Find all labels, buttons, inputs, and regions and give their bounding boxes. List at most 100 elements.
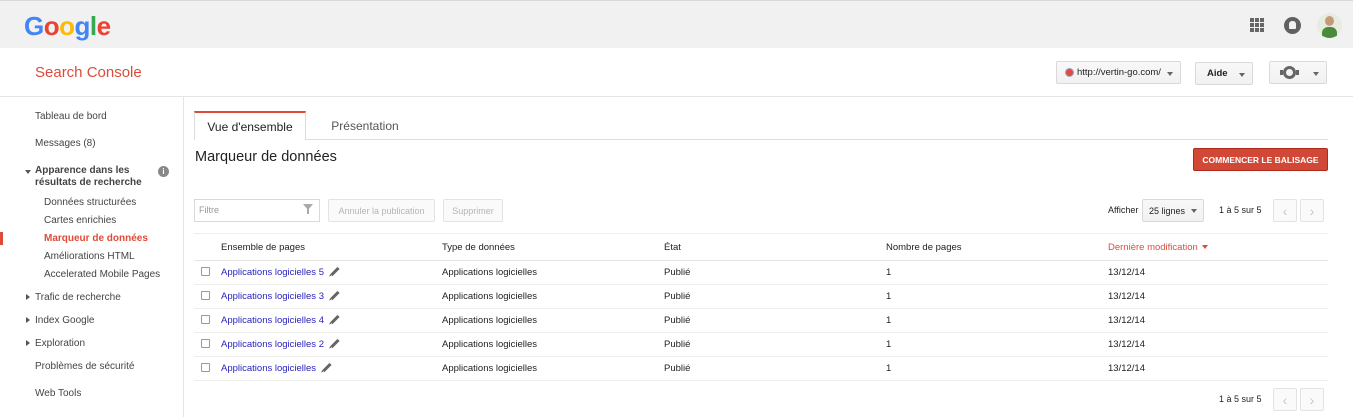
pages-cell: 1 — [886, 291, 892, 302]
prev-page-button-bottom[interactable]: ‹ — [1273, 388, 1297, 411]
column-status[interactable]: État — [664, 242, 681, 253]
avatar[interactable] — [1317, 13, 1342, 38]
rows-per-page-value: 25 lignes — [1149, 205, 1186, 216]
sidebar-item-search-traffic[interactable]: Trafic de recherche — [35, 292, 121, 303]
unpublish-button[interactable]: Annuler la publication — [328, 199, 435, 222]
status-cell: Publié — [664, 291, 691, 302]
column-pageset[interactable]: Ensemble de pages — [221, 242, 305, 253]
row-checkbox[interactable] — [201, 315, 210, 324]
row-checkbox[interactable] — [201, 339, 210, 348]
help-button[interactable]: Aide — [1195, 62, 1253, 85]
help-label: Aide — [1207, 68, 1228, 79]
column-type[interactable]: Type de données — [442, 242, 515, 253]
site-selector-button[interactable]: http://vertin-go.com/ — [1056, 61, 1181, 84]
logo-letter: e — [96, 11, 111, 41]
gear-icon — [1280, 66, 1299, 79]
pagination-label: 1 à 5 sur 5 — [1219, 205, 1262, 215]
pageset-name: Applications logicielles 3 — [221, 291, 324, 302]
start-highlighting-button[interactable]: COMMENCER LE BALISAGE — [1193, 148, 1328, 171]
sidebar-item-web-tools[interactable]: Web Tools — [35, 388, 81, 399]
table-row: Applications logicielles Applications lo… — [194, 357, 1328, 381]
site-url: http://vertin-go.com/ — [1077, 67, 1161, 78]
sidebar-item-structured-data[interactable]: Données structurées — [44, 197, 136, 208]
google-logo[interactable]: Google — [24, 11, 111, 42]
filter-icon[interactable] — [303, 204, 313, 214]
column-pages[interactable]: Nombre de pages — [886, 242, 962, 253]
sidebar-item-messages[interactable]: Messages (8) — [35, 138, 96, 149]
show-label: Afficher — [1108, 205, 1139, 215]
pages-cell: 1 — [886, 315, 892, 326]
next-page-button[interactable]: › — [1300, 199, 1324, 222]
rows-per-page-select[interactable]: 25 lignes — [1142, 199, 1204, 222]
sidebar-item-security-issues[interactable]: Problèmes de sécurité — [35, 361, 135, 372]
logo-letter: g — [74, 11, 91, 41]
row-checkbox[interactable] — [201, 363, 210, 372]
type-cell: Applications logicielles — [442, 267, 538, 278]
table-row: Applications logicielles 3 Applications … — [194, 285, 1328, 309]
pencil-icon[interactable] — [322, 362, 332, 373]
pages-cell: 1 — [886, 267, 892, 278]
status-cell: Publié — [664, 315, 691, 326]
modified-cell: 13/12/14 — [1108, 291, 1145, 302]
modified-cell: 13/12/14 — [1108, 315, 1145, 326]
pageset-link[interactable]: Applications logicielles — [221, 362, 332, 374]
pencil-icon[interactable] — [330, 338, 340, 349]
tab-overview[interactable]: Vue d'ensemble — [194, 111, 306, 140]
row-checkbox[interactable] — [201, 291, 210, 300]
pageset-link[interactable]: Applications logicielles 3 — [221, 290, 340, 302]
expand-right-icon — [26, 340, 30, 346]
sidebar-group-search-appearance[interactable]: Apparence dans les résultats de recherch… — [35, 165, 150, 189]
sidebar-item-crawl[interactable]: Exploration — [35, 338, 85, 349]
pencil-icon[interactable] — [330, 290, 340, 301]
status-cell: Publié — [664, 339, 691, 350]
page-title: Marqueur de données — [195, 149, 337, 165]
active-indicator — [0, 232, 3, 245]
sidebar-item-data-highlighter[interactable]: Marqueur de données — [44, 233, 148, 244]
pages-cell: 1 — [886, 339, 892, 350]
sidebar-item-amp[interactable]: Accelerated Mobile Pages — [44, 269, 160, 280]
site-favicon-icon — [1065, 68, 1074, 77]
logo-letter: o — [59, 11, 75, 41]
pencil-icon[interactable] — [330, 314, 340, 325]
chevron-down-icon — [1191, 209, 1197, 213]
sidebar-item-html-improvements[interactable]: Améliorations HTML — [44, 251, 135, 262]
table-row: Applications logicielles 5 Applications … — [194, 261, 1328, 285]
table-row: Applications logicielles 2 Applications … — [194, 333, 1328, 357]
sidebar-item-google-index[interactable]: Index Google — [35, 315, 95, 326]
sort-desc-icon — [1201, 245, 1208, 250]
tab-presentation[interactable]: Présentation — [316, 111, 414, 140]
chevron-down-icon — [1167, 72, 1173, 76]
tab-divider — [194, 139, 1328, 140]
filter-input[interactable]: Filtre — [194, 199, 320, 222]
logo-letter: o — [43, 11, 60, 41]
apps-icon[interactable] — [1250, 18, 1264, 32]
status-cell: Publié — [664, 267, 691, 278]
modified-cell: 13/12/14 — [1108, 267, 1145, 278]
modified-cell: 13/12/14 — [1108, 363, 1145, 374]
pageset-name: Applications logicielles 5 — [221, 267, 324, 278]
expand-down-icon — [25, 170, 31, 174]
product-title[interactable]: Search Console — [35, 64, 142, 81]
logo-letter: G — [24, 11, 44, 41]
search-console-header: Search Console http://vertin-go.com/ Aid… — [0, 48, 1353, 97]
pageset-link[interactable]: Applications logicielles 4 — [221, 314, 340, 326]
notifications-icon[interactable] — [1284, 17, 1301, 34]
column-modified[interactable]: Dernière modification — [1108, 242, 1208, 253]
info-icon[interactable]: i — [158, 166, 169, 177]
prev-page-button[interactable]: ‹ — [1273, 199, 1297, 222]
row-checkbox[interactable] — [201, 267, 210, 276]
pageset-name: Applications logicielles 4 — [221, 315, 324, 326]
pageset-link[interactable]: Applications logicielles 2 — [221, 338, 340, 350]
type-cell: Applications logicielles — [442, 363, 538, 374]
next-page-button-bottom[interactable]: › — [1300, 388, 1324, 411]
settings-button[interactable] — [1269, 61, 1327, 84]
sidebar: Tableau de bord Messages (8) Apparence d… — [0, 97, 184, 417]
sidebar-item-rich-cards[interactable]: Cartes enrichies — [44, 215, 116, 226]
delete-button[interactable]: Supprimer — [443, 199, 503, 222]
pencil-icon[interactable] — [330, 266, 340, 277]
pageset-link[interactable]: Applications logicielles 5 — [221, 266, 340, 278]
status-cell: Publié — [664, 363, 691, 374]
pages-cell: 1 — [886, 363, 892, 374]
sidebar-item-dashboard[interactable]: Tableau de bord — [35, 111, 107, 122]
expand-right-icon — [26, 317, 30, 323]
